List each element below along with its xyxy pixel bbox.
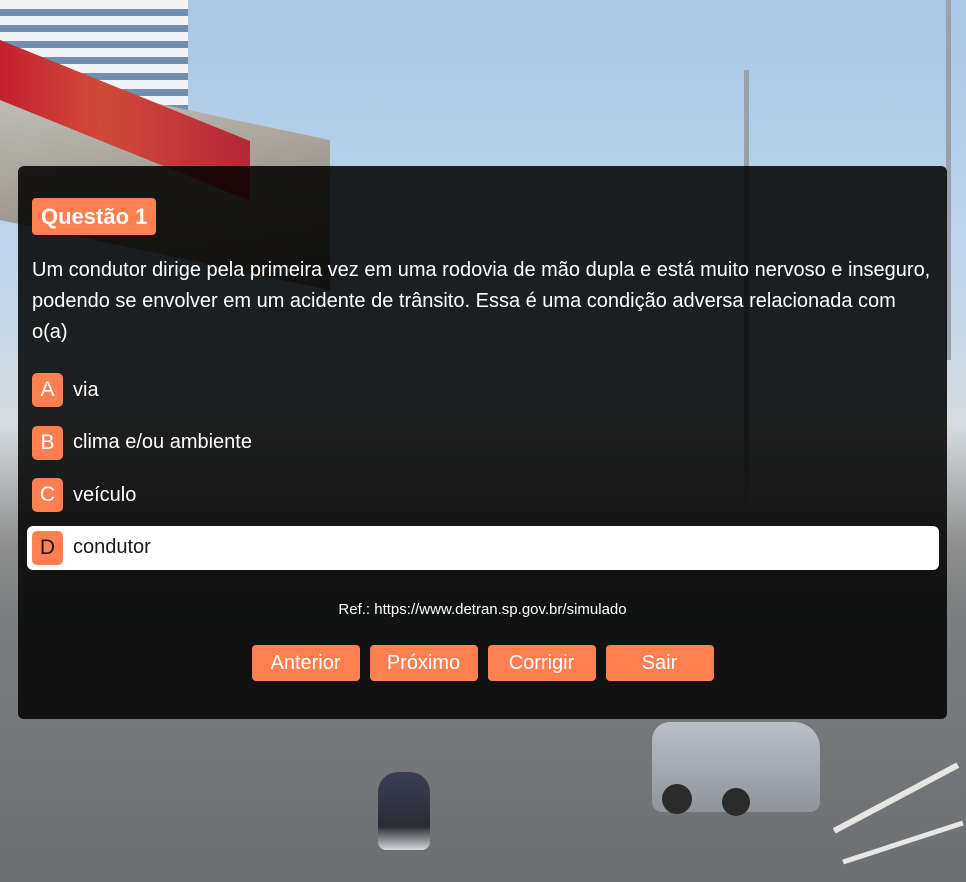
answer-option-d[interactable]: D condutor xyxy=(27,525,939,570)
option-letter: C xyxy=(32,478,63,512)
navigation-buttons: Anterior Próximo Corrigir Sair xyxy=(18,645,947,681)
question-number-badge: Questão 1 xyxy=(32,198,157,235)
exit-button[interactable]: Sair xyxy=(605,645,714,681)
answer-option-b[interactable]: B clima e/ou ambiente xyxy=(27,421,939,465)
background-road-marking xyxy=(842,820,964,865)
option-text: clima e/ou ambiente xyxy=(73,431,252,453)
answer-option-a[interactable]: A via xyxy=(27,368,939,412)
option-text: condutor xyxy=(73,536,151,558)
quiz-panel: Questão 1 Um condutor dirige pela primei… xyxy=(18,166,947,719)
background-road-marking xyxy=(832,762,960,834)
next-button[interactable]: Próximo xyxy=(369,645,478,681)
background-motorcyclist xyxy=(378,772,430,850)
question-text: Um condutor dirige pela primeira vez em … xyxy=(32,259,931,343)
answer-options: A via B clima e/ou ambiente C veículo D … xyxy=(27,368,939,578)
answer-option-c[interactable]: C veículo xyxy=(27,473,939,517)
check-answer-button[interactable]: Corrigir xyxy=(487,645,596,681)
option-text: via xyxy=(73,378,99,401)
option-letter: D xyxy=(32,530,63,565)
background-suv xyxy=(652,722,820,816)
option-text: veículo xyxy=(73,483,137,506)
option-letter: A xyxy=(32,373,63,407)
previous-button[interactable]: Anterior xyxy=(251,645,360,681)
reference-text: Ref.: https://www.detran.sp.gov.br/simul… xyxy=(338,601,627,618)
option-letter: B xyxy=(32,425,63,460)
